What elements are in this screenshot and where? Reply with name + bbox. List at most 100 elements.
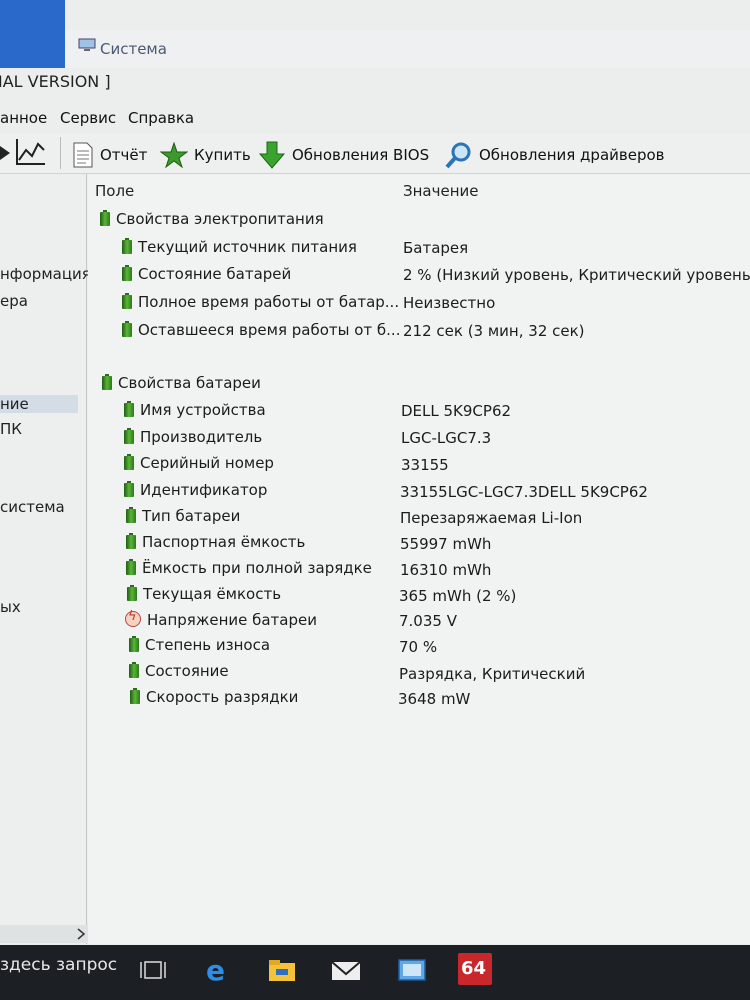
driver-updates-button[interactable]: Обновления драйверов xyxy=(445,142,665,169)
table-row: Серийный номер xyxy=(124,454,274,472)
battery-icon xyxy=(130,688,140,704)
computer-icon xyxy=(78,38,96,51)
row-field: Идентификатор xyxy=(140,481,268,499)
row-field: Серийный номер xyxy=(140,454,274,472)
table-row: Скорость разрядки xyxy=(130,688,298,706)
row-field: Текущий источник питания xyxy=(138,238,357,256)
report-label: Отчёт xyxy=(100,146,148,164)
menu-favorites[interactable]: анное xyxy=(0,109,47,127)
table-row: Состояние батарей xyxy=(122,265,291,283)
battery-icon xyxy=(129,662,139,678)
edge-browser-icon[interactable]: e xyxy=(202,955,234,985)
row-value: 33155LGC-LGC7.3DELL 5K9CP62 xyxy=(400,483,648,501)
taskbar-search-box[interactable]: здесь запрос xyxy=(0,955,117,975)
buy-label: Купить xyxy=(194,146,251,164)
battery-icon xyxy=(126,559,136,575)
group-title: Свойства батареи xyxy=(118,374,261,392)
row-value: 7.035 V xyxy=(399,612,457,630)
sidebar-tree xyxy=(0,174,87,944)
table-row: Состояние xyxy=(129,662,229,680)
sidebar-item-data[interactable]: ых xyxy=(0,598,21,616)
aida64-label: 64 xyxy=(461,958,487,979)
group-title: Свойства электропитания xyxy=(116,210,324,228)
battery-icon xyxy=(122,265,132,281)
benchmark-chart-icon[interactable] xyxy=(16,138,46,166)
row-field: Состояние xyxy=(145,662,229,680)
tab-title: Система xyxy=(100,40,167,58)
row-field: Тип батареи xyxy=(142,507,241,525)
row-value: 212 сек (3 мин, 32 сек) xyxy=(403,322,585,340)
table-row: Имя устройства xyxy=(124,401,266,419)
row-field: Имя устройства xyxy=(140,401,266,419)
column-header-field[interactable]: Поле xyxy=(95,182,134,200)
svg-text:e: e xyxy=(206,955,225,985)
row-field: Состояние батарей xyxy=(138,265,292,283)
row-value: 70 % xyxy=(399,638,438,656)
battery-icon xyxy=(126,533,136,549)
row-value: Неизвестно xyxy=(403,294,496,312)
table-row: Ёмкость при полной зарядке xyxy=(126,559,372,577)
app-window: Система IAL VERSION ] анное Сервис Справ… xyxy=(0,0,750,945)
battery-icon xyxy=(122,321,132,337)
row-field: Паспортная ёмкость xyxy=(142,533,306,551)
file-explorer-icon[interactable] xyxy=(266,955,298,985)
table-row: Паспортная ёмкость xyxy=(126,533,305,551)
buy-button[interactable]: Купить xyxy=(160,142,251,168)
tab-system[interactable] xyxy=(65,30,750,68)
battery-icon xyxy=(102,374,112,390)
row-value: 16310 mWh xyxy=(400,561,492,579)
row-value: 55997 mWh xyxy=(400,535,492,553)
table-row: Оставшееся время работы от б... xyxy=(122,321,400,339)
battery-icon xyxy=(127,585,137,601)
row-value: DELL 5K9CP62 xyxy=(401,402,512,420)
sidebar-item-system[interactable]: система xyxy=(0,498,65,516)
sidebar-item-information[interactable]: нформация xyxy=(0,265,91,283)
table-row: Идентификатор xyxy=(124,481,267,499)
table-row: Текущий источник питания xyxy=(122,238,357,256)
voltage-bolt-icon xyxy=(125,609,141,627)
row-value: 3648 mW xyxy=(398,690,471,708)
row-field: Текущая ёмкость xyxy=(143,585,282,603)
horizontal-scrollbar[interactable] xyxy=(0,925,88,943)
task-view-icon[interactable] xyxy=(137,955,169,985)
mail-icon[interactable] xyxy=(330,955,362,985)
document-icon xyxy=(73,142,93,168)
row-field: Оставшееся время работы от б... xyxy=(138,321,401,339)
row-field: Полное время работы от батар... xyxy=(138,293,400,311)
toolbar-separator xyxy=(60,137,61,169)
sidebar-item-computer[interactable]: ера xyxy=(0,292,28,310)
battery-icon xyxy=(129,636,139,652)
battery-icon xyxy=(124,481,134,497)
sidebar-item-pc[interactable]: ПК xyxy=(0,420,22,438)
magnifier-icon xyxy=(445,142,471,169)
battery-icon xyxy=(126,507,136,523)
row-value: LGC-LGC7.3 xyxy=(401,429,492,447)
row-field: Степень износа xyxy=(145,636,271,654)
battery-icon xyxy=(124,401,134,417)
bios-updates-button[interactable]: Обновления BIOS xyxy=(258,141,429,169)
aida64-icon[interactable]: 64 xyxy=(458,953,492,985)
group-power-properties: Свойства электропитания xyxy=(100,210,324,228)
column-header-value[interactable]: Значение xyxy=(403,182,479,200)
battery-icon xyxy=(122,293,132,309)
sidebar-item-power-selected[interactable]: ние xyxy=(0,395,78,413)
report-button[interactable]: Отчёт xyxy=(72,142,148,168)
table-row: Производитель xyxy=(124,428,262,446)
row-value: 2 % (Низкий уровень, Критический уровень… xyxy=(403,266,750,284)
row-field: Напряжение батареи xyxy=(147,611,317,629)
window-title-background xyxy=(0,0,65,68)
system-app-icon[interactable] xyxy=(396,955,428,985)
battery-icon xyxy=(124,454,134,470)
row-field: Скорость разрядки xyxy=(146,688,299,706)
table-row: Текущая ёмкость xyxy=(127,585,281,603)
scroll-right-icon[interactable] xyxy=(76,927,86,941)
menu-service[interactable]: Сервис xyxy=(60,109,116,127)
download-arrow-icon xyxy=(258,141,286,169)
navigation-arrow-icon[interactable] xyxy=(0,140,12,166)
row-value: 365 mWh (2 %) xyxy=(399,587,517,605)
battery-icon xyxy=(100,210,110,226)
row-value: Батарея xyxy=(403,239,469,257)
driver-updates-label: Обновления драйверов xyxy=(479,146,665,164)
table-row: Напряжение батареи xyxy=(125,609,317,629)
menu-help[interactable]: Справка xyxy=(128,109,194,127)
